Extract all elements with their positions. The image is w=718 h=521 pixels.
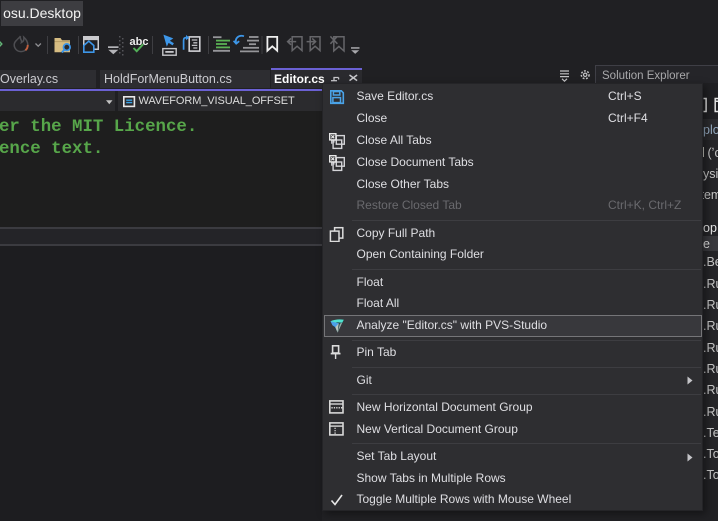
svg-text:abc: abc	[130, 36, 149, 48]
